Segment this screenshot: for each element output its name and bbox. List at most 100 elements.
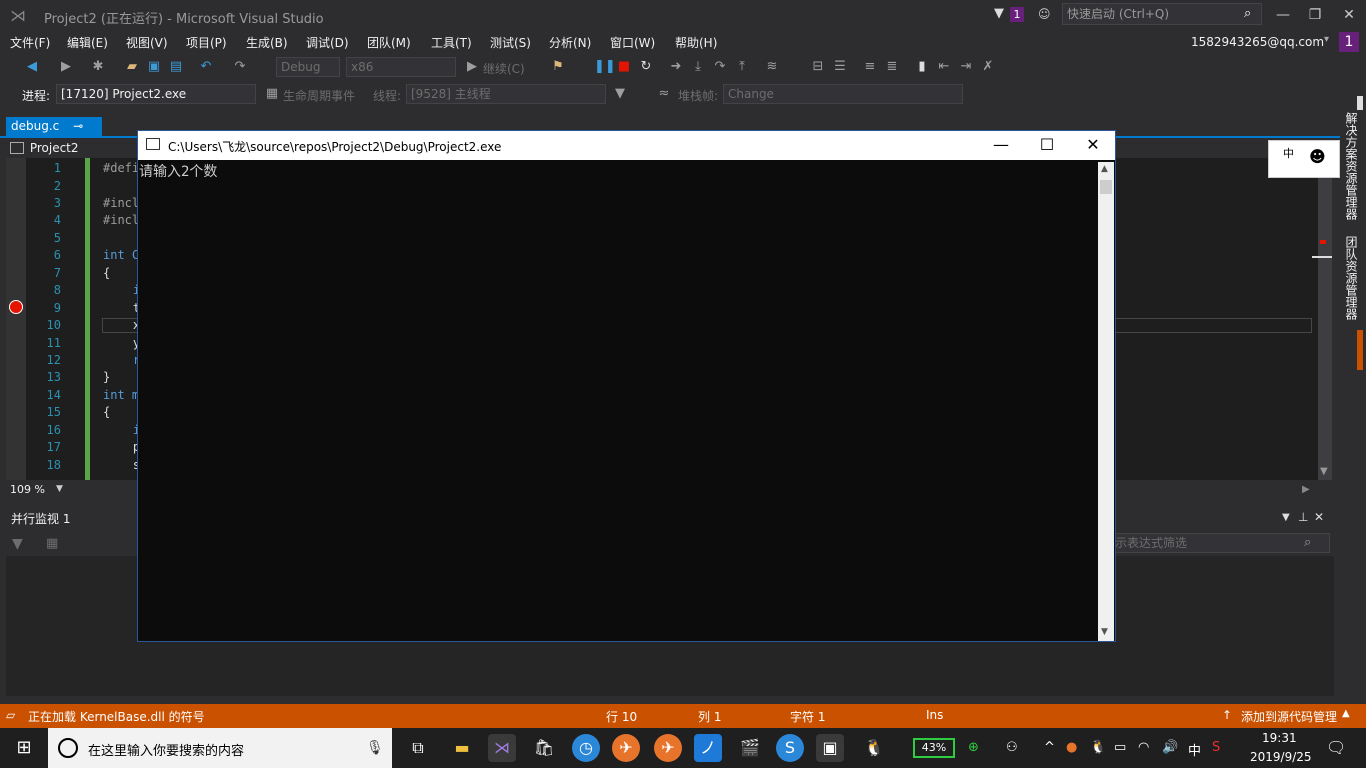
file-explorer-icon[interactable]: ▬ — [448, 734, 476, 762]
filter-icon[interactable]: ▼ — [612, 86, 628, 102]
menu-help[interactable]: 帮助(H) — [675, 34, 717, 51]
clock-date[interactable]: 2019/9/25 — [1250, 750, 1312, 764]
arrow-up-icon[interactable]: ↑ — [1222, 708, 1232, 722]
restart-icon[interactable]: ↻ — [638, 59, 654, 75]
menu-team[interactable]: 团队(M) — [367, 34, 411, 51]
continue-label[interactable]: 继续(C) — [483, 60, 525, 77]
app-icon-blue[interactable]: ノ — [694, 734, 722, 762]
scroll-down-icon[interactable]: ▼ — [1101, 627, 1108, 637]
minimize-button[interactable]: — — [1268, 4, 1298, 26]
back-icon[interactable]: ◀ — [24, 59, 40, 75]
app-icon-orange-1[interactable]: ✈ — [612, 734, 640, 762]
ime-mascot-widget[interactable]: 中 ☻ — [1268, 140, 1340, 178]
pane-close-icon[interactable]: ✕ — [1314, 510, 1324, 524]
menu-file[interactable]: 文件(F) — [10, 34, 50, 51]
editor-vertical-scrollbar[interactable] — [1318, 158, 1332, 480]
config-dropdown[interactable]: Debug — [276, 57, 340, 77]
menu-project[interactable]: 项目(P) — [186, 34, 227, 51]
filter-icon[interactable]: ▼ — [12, 536, 23, 552]
clear-bookmarks-icon[interactable]: ✗ — [980, 59, 996, 75]
save-all-icon[interactable]: ▤ — [168, 59, 184, 75]
account-email[interactable]: 1582943265@qq.com — [1191, 35, 1324, 49]
lifecycle-icon[interactable]: ▦ — [264, 86, 280, 102]
outdent-icon[interactable]: ≣ — [884, 59, 900, 75]
scroll-down-icon[interactable]: ▼ — [1320, 466, 1328, 477]
chevron-down-icon[interactable]: ▼ — [56, 484, 63, 494]
sogou-ime-icon[interactable]: S — [1212, 740, 1220, 755]
clock-app-icon[interactable]: ◷ — [572, 734, 600, 762]
console-minimize-button[interactable]: — — [978, 131, 1024, 159]
new-item-icon[interactable]: ✱ — [90, 59, 106, 75]
chevron-up-icon[interactable]: ▲ — [1342, 708, 1350, 719]
bookmark-icon[interactable]: ▮ — [914, 59, 930, 75]
video-editor-icon[interactable]: 🎬 — [736, 734, 764, 762]
step-into-icon[interactable]: ⤓ — [690, 59, 706, 75]
breakpoint-margin[interactable] — [6, 158, 26, 480]
step-over-icon[interactable]: ↷ — [712, 59, 728, 75]
tray-app-icon[interactable]: ● — [1066, 740, 1077, 755]
tab-debug-c[interactable]: debug.c ⊸ ✕ — [6, 117, 102, 152]
menu-debug[interactable]: 调试(D) — [306, 34, 349, 51]
maximize-button[interactable]: ❐ — [1300, 4, 1330, 26]
console-taskbar-icon[interactable]: ▣ — [816, 734, 844, 762]
hex-display-icon[interactable]: ≋ — [764, 59, 780, 75]
tray-qq-icon[interactable]: 🐧 — [1090, 740, 1106, 755]
undo-icon[interactable]: ↶ — [198, 59, 214, 75]
taskbar-search-placeholder[interactable]: 在这里输入你要搜索的内容 — [88, 740, 244, 759]
volume-icon[interactable]: 🔊 — [1162, 740, 1178, 755]
process-dropdown[interactable]: [17120] Project2.exe — [56, 84, 256, 104]
notification-flag-icon[interactable]: ▼ — [994, 6, 1010, 22]
menu-build[interactable]: 生成(B) — [246, 34, 288, 51]
console-vertical-scrollbar[interactable] — [1098, 162, 1114, 641]
qq-icon[interactable]: 🐧 — [860, 734, 888, 762]
save-icon[interactable]: ▣ — [146, 59, 162, 75]
zoom-level[interactable]: 109 % — [10, 483, 45, 496]
lifecycle-events[interactable]: 生命周期事件 — [283, 87, 355, 104]
team-explorer-tab[interactable]: 团队资源管理器 — [1343, 236, 1360, 320]
search-icon[interactable]: ⌕ — [1244, 6, 1251, 21]
pause-icon[interactable]: ❚❚ — [594, 59, 616, 75]
add-to-source-control[interactable]: 添加到源代码管理 — [1241, 708, 1337, 725]
format-icon[interactable]: ☰ — [832, 59, 848, 75]
menu-test[interactable]: 测试(S) — [490, 34, 531, 51]
battery-meter[interactable]: 43% — [913, 738, 955, 758]
console-maximize-button[interactable]: ☐ — [1024, 131, 1070, 159]
show-next-statement-icon[interactable]: ➜ — [668, 59, 684, 75]
battery-icon[interactable]: ▭ — [1114, 740, 1126, 755]
console-window[interactable] — [137, 130, 1116, 642]
microphone-icon[interactable]: 🎙 — [366, 740, 384, 756]
console-close-button[interactable]: ✕ — [1070, 131, 1116, 159]
breakpoints-icon[interactable]: ⊟ — [810, 59, 826, 75]
scroll-thumb[interactable] — [1357, 96, 1363, 110]
notification-count-badge[interactable]: 1 — [1010, 7, 1024, 22]
menu-analyze[interactable]: 分析(N) — [549, 34, 591, 51]
expression-filter-input[interactable]: 示表达式筛选 — [1110, 533, 1330, 553]
visual-studio-taskbar-icon[interactable]: ⋊ — [488, 734, 516, 762]
columns-icon[interactable]: ▦ — [46, 536, 58, 551]
feedback-icon[interactable]: ☺ — [1038, 7, 1054, 23]
app-icon-s[interactable]: S — [776, 734, 804, 762]
account-badge[interactable]: 1 — [1339, 32, 1359, 52]
task-view-icon[interactable]: ⧉ — [404, 734, 432, 762]
platform-dropdown[interactable]: x86 — [346, 57, 456, 77]
breakpoint-icon[interactable] — [9, 300, 23, 314]
menu-window[interactable]: 窗口(W) — [610, 34, 655, 51]
scroll-right-icon[interactable]: ▶ — [1302, 484, 1310, 495]
step-out-icon[interactable]: ⤒ — [734, 59, 750, 75]
process-icon[interactable]: ⚑ — [550, 59, 566, 75]
menu-edit[interactable]: 编辑(E) — [67, 34, 108, 51]
redo-icon[interactable]: ↷ — [232, 59, 248, 75]
console-scroll-thumb[interactable] — [1100, 180, 1112, 194]
stack-icon[interactable]: ≈ — [656, 86, 672, 102]
search-icon[interactable]: ⌕ — [1304, 535, 1311, 550]
scroll-up-icon[interactable]: ▲ — [1101, 164, 1108, 174]
pin-icon[interactable]: ⊸ — [73, 119, 83, 133]
people-icon[interactable]: ⚇ — [1006, 740, 1018, 755]
pane-pin-icon[interactable]: ⊥ — [1298, 510, 1308, 524]
action-center-icon[interactable]: 🗨 — [1326, 738, 1346, 757]
pane-options-icon[interactable]: ▼ — [1282, 512, 1290, 523]
stack-frame-dropdown[interactable]: Change — [723, 84, 963, 104]
continue-icon[interactable]: ▶ — [464, 59, 480, 75]
wifi-icon[interactable]: ◠ — [1138, 740, 1149, 755]
app-icon-orange-2[interactable]: ✈ — [654, 734, 682, 762]
